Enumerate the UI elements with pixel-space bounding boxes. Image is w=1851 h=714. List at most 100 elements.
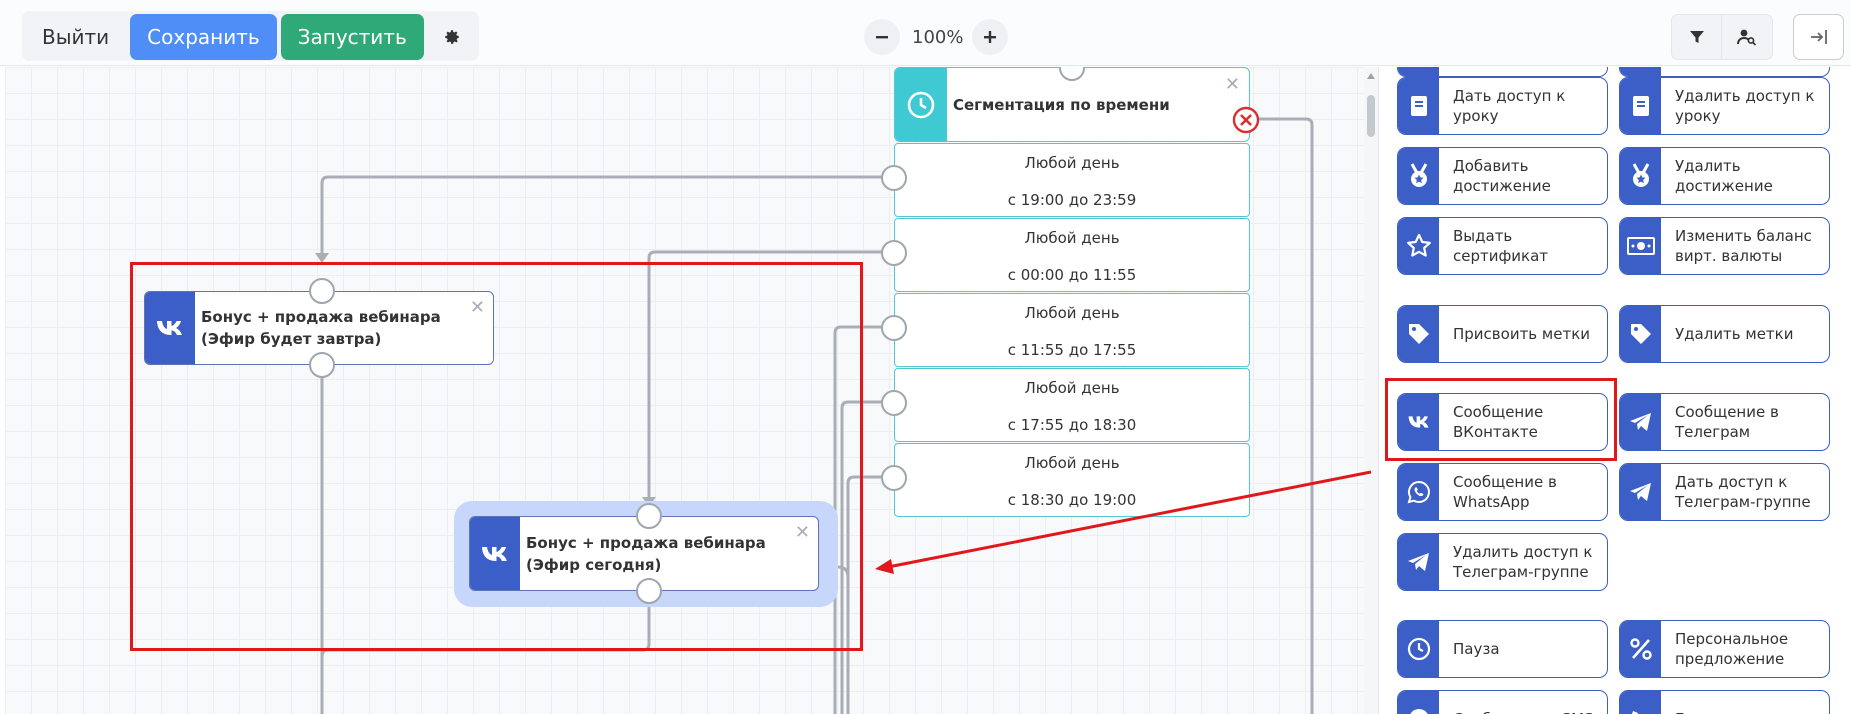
action-icon-bg [1620, 78, 1661, 134]
action-icon-bg [1620, 148, 1661, 204]
collapse-panel-button[interactable] [1793, 14, 1844, 60]
segment-output-port[interactable] [881, 390, 907, 416]
action-change-balance[interactable]: Изменить баланс вирт. валюты [1619, 217, 1830, 275]
clock-icon [1407, 637, 1430, 661]
delete-node-icon[interactable]: ✕ [1225, 74, 1240, 95]
top-toolbar: Выйти Сохранить Запустить 100% [0, 0, 1851, 66]
user-search-button[interactable] [1722, 14, 1773, 60]
plus-icon [984, 31, 996, 43]
run-button[interactable]: Запустить [280, 14, 424, 60]
filter-icon [1689, 31, 1704, 43]
action-card-partial[interactable] [1619, 67, 1830, 77]
action-remove-achievement[interactable]: Удалить достижение [1619, 147, 1830, 205]
exit-button[interactable]: Выйти [25, 14, 127, 60]
action-telegram-group-remove[interactable]: Удалить доступ к Телеграм-группе [1397, 533, 1608, 591]
action-remove-tags[interactable]: Удалить метки [1619, 305, 1830, 363]
canvas-scrollbar[interactable] [1364, 67, 1378, 714]
segment-day: Любой день [1024, 379, 1120, 397]
action-issue-certificate[interactable]: Выдать сертификат [1397, 217, 1608, 275]
scroll-thumb[interactable] [1367, 95, 1375, 137]
action-label: Выдать сертификат [1453, 227, 1549, 265]
segmentation-title: Сегментация по времени [953, 95, 1170, 114]
settings-button[interactable] [427, 14, 476, 60]
action-icon-bg [1398, 306, 1439, 362]
action-label: Сообщение в SMS [1439, 691, 1600, 714]
action-icon-bg [1398, 691, 1439, 714]
action-lesson-remove[interactable]: Удалить доступ к уроку [1619, 77, 1830, 135]
clock-icon [907, 91, 935, 118]
sms-icon [1409, 709, 1428, 714]
scroll-up-arrow[interactable] [1367, 73, 1375, 79]
annotation-highlight-box [130, 262, 863, 651]
action-voice-message[interactable]: Голосовое [1619, 690, 1830, 714]
segment-output-port[interactable] [881, 240, 907, 266]
action-telegram-message[interactable]: Сообщение в Телеграм [1619, 393, 1830, 451]
action-assign-tags[interactable]: Присвоить метки [1397, 305, 1608, 363]
action-personal-offer[interactable]: Персональное предложение [1619, 620, 1830, 678]
segment-time: с 17:55 до 18:30 [1007, 416, 1137, 434]
segment-row[interactable]: Любой день с 17:55 до 18:30 [894, 368, 1250, 442]
telegram-icon [1629, 483, 1651, 501]
segment-day: Любой день [1024, 154, 1120, 172]
action-label: Добавить достижение [1453, 157, 1551, 195]
action-icon-bg [1620, 621, 1661, 677]
segment-day: Любой день [1024, 454, 1120, 472]
medal-icon [1632, 163, 1649, 187]
segment-row[interactable]: Любой день с 19:00 до 23:59 [894, 143, 1250, 217]
zoom-in-button[interactable] [972, 19, 1008, 55]
segment-output-port[interactable] [881, 165, 907, 191]
zoom-out-button[interactable] [864, 19, 900, 55]
medal-icon [1410, 163, 1427, 187]
action-icon-bg [1398, 78, 1439, 134]
action-label: Изменить баланс вирт. валюты [1675, 227, 1812, 265]
error-icon[interactable] [1232, 106, 1260, 134]
main-actions-group: Выйти Сохранить Запустить [22, 11, 479, 61]
action-label: Удалить достижение [1675, 157, 1773, 195]
action-lesson-access[interactable]: Дать доступ к уроку [1397, 77, 1608, 135]
segment-time: с 18:30 до 19:00 [1007, 491, 1137, 509]
whatsapp-icon [1407, 480, 1430, 504]
segment-row[interactable]: Любой день с 18:30 до 19:00 [894, 443, 1250, 517]
action-icon-bg [1398, 621, 1439, 677]
action-add-achievement[interactable]: Добавить достижение [1397, 147, 1608, 205]
segment-row[interactable]: Любой день с 00:00 до 11:55 [894, 218, 1250, 292]
action-label: Удалить метки [1675, 325, 1794, 343]
action-sms-message[interactable]: Сообщение в SMS [1397, 690, 1608, 714]
tag-icon [1408, 324, 1429, 344]
segment-output-port[interactable] [881, 315, 907, 341]
collapse-right-icon [1810, 30, 1827, 44]
action-icon-bg [1620, 691, 1661, 714]
action-icon-bg [1398, 67, 1439, 76]
segment-time: с 19:00 до 23:59 [1007, 191, 1137, 209]
action-telegram-group-access[interactable]: Дать доступ к Телеграм-группе [1619, 463, 1830, 521]
gear-icon [445, 30, 459, 44]
segment-day: Любой день [1024, 304, 1120, 322]
segment-row[interactable]: Любой день с 11:55 до 17:55 [894, 293, 1250, 367]
action-icon-bg [1620, 218, 1661, 274]
book-icon [1410, 96, 1427, 116]
segment-day: Любой день [1024, 229, 1120, 247]
minus-icon [876, 36, 888, 39]
filter-button[interactable] [1671, 14, 1722, 60]
flow-canvas[interactable]: Сегментация по времени ✕ Любой день с 19… [5, 67, 1370, 714]
action-label: Присвоить метки [1453, 325, 1590, 343]
action-label: Голосовое [1661, 691, 1763, 714]
zoom-controls: 100% [864, 18, 1008, 56]
action-whatsapp-message[interactable]: Сообщение в WhatsApp [1397, 463, 1608, 521]
action-card-partial[interactable] [1397, 67, 1608, 77]
action-label: Дать доступ к уроку [1453, 87, 1566, 125]
annotation-highlight-box [1385, 378, 1617, 461]
action-icon-bg [1398, 218, 1439, 274]
action-icon-bg [1620, 67, 1661, 76]
action-label: Персональное предложение [1675, 630, 1789, 668]
save-button[interactable]: Сохранить [130, 14, 277, 60]
action-label: Сообщение в WhatsApp [1453, 473, 1557, 511]
right-tools [1671, 14, 1773, 60]
segment-time: с 00:00 до 11:55 [1007, 266, 1137, 284]
segment-time: с 11:55 до 17:55 [1007, 341, 1137, 359]
segment-output-port[interactable] [881, 465, 907, 491]
zoom-level: 100% [912, 26, 964, 48]
action-label: Сообщение в Телеграм [1675, 403, 1779, 441]
action-label: Удалить доступ к уроку [1675, 87, 1815, 125]
action-pause[interactable]: Пауза [1397, 620, 1608, 678]
